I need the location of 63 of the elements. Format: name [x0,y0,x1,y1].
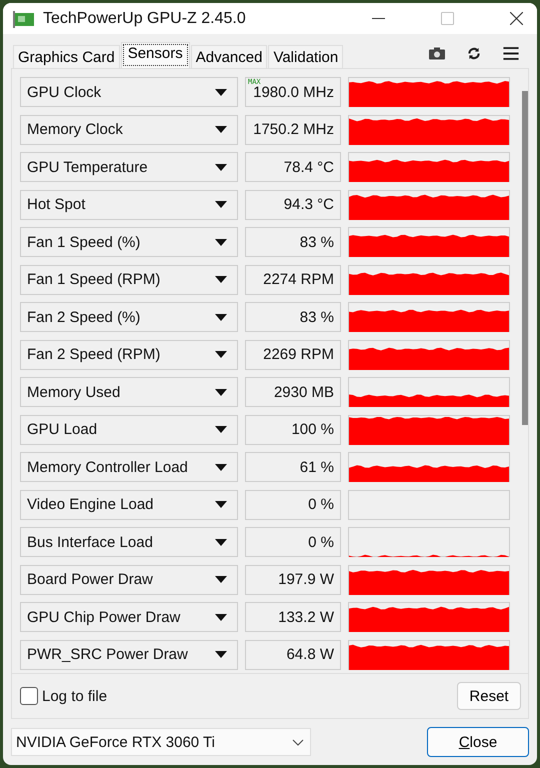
caret-icon [215,314,227,320]
tab[interactable]: Sensors [120,42,190,68]
sensor-value: 1750.2 MHz [245,114,341,144]
gpu-card-icon [13,10,35,28]
caret-icon [215,388,227,396]
reset-button[interactable]: Reset [457,682,521,710]
sensor-dropdown[interactable]: Fan 1 Speed (%) [20,227,238,257]
sensor-value: 197.9 W [245,564,341,594]
sensor-dropdown[interactable]: PWR_SRC Power Draw [20,640,238,670]
caret-icon [215,576,227,583]
sensor-dropdown[interactable]: Video Engine Load [20,490,238,520]
sensor-value: 83 % [245,227,341,257]
caret-icon [215,238,227,246]
checkbox[interactable] [20,687,38,705]
caret-icon [215,126,227,133]
sensor-dropdown[interactable]: Hot Spot [20,190,238,220]
sensor-value: 100 % [245,414,341,444]
sensor-value: 2930 MB [245,377,341,407]
sensor-value: 2274 RPM [245,264,341,294]
sensor-dropdown[interactable]: Bus Interface Load [20,527,238,557]
sensor-dropdown[interactable]: Fan 1 Speed (RPM) [20,264,238,294]
caret-icon [215,276,227,283]
gpu-select[interactable]: NVIDIA GeForce RTX 3060 Ti [11,728,311,756]
caret-icon [215,501,227,508]
sensor-value: 83 % [245,302,341,332]
window-title: TechPowerUp GPU-Z 2.45.0 [43,10,246,28]
sensor-dropdown[interactable]: Memory Used [20,377,238,407]
caret-icon [215,651,227,658]
caret-icon [215,88,227,96]
caret-icon [215,464,227,470]
sensor-dropdown[interactable]: Memory Controller Load [20,452,238,482]
sensor-value: 64.8 W [245,640,341,670]
sensor-dropdown[interactable]: GPU Load [20,414,238,444]
sensor-dropdown[interactable]: Board Power Draw [20,564,238,594]
caret-icon [215,351,227,358]
menu-icon[interactable] [503,47,519,60]
checkbox-label: Log to file [42,688,108,704]
caret-icon [215,426,227,433]
caret-icon [215,614,227,620]
sensor-value: 94.3 °C [245,190,341,220]
sensor-dropdown[interactable]: GPU Temperature [20,152,238,182]
sensor-value: 78.4 °C [245,152,341,182]
caret-icon [215,164,227,170]
refresh-icon[interactable] [466,47,482,60]
sensor-value: 2269 RPM [245,340,341,370]
tab[interactable]: Advanced [190,45,268,68]
sensor-dropdown[interactable]: GPU Chip Power Draw [20,602,238,632]
tab[interactable]: Graphics Card [13,45,120,68]
sensor-dropdown[interactable]: Fan 2 Speed (RPM) [20,340,238,370]
camera-icon[interactable] [429,47,445,60]
chevron-icon [292,738,304,746]
sensor-dropdown[interactable]: Fan 2 Speed (%) [20,302,238,332]
sensor-value: 133.2 W [245,602,341,632]
sensor-dropdown[interactable]: GPU Clock [20,77,238,107]
tab[interactable]: Validation [268,45,344,68]
sensor-value: 61 % [245,452,341,482]
close-icon[interactable] [510,12,523,25]
caret-icon [215,201,227,208]
sensor-value: 0 % [245,527,341,557]
sensor-value: 0 % [245,490,341,520]
sensor-dropdown[interactable]: Memory Clock [20,114,238,144]
close-button[interactable]: Close [427,727,529,757]
caret-icon [215,538,227,546]
